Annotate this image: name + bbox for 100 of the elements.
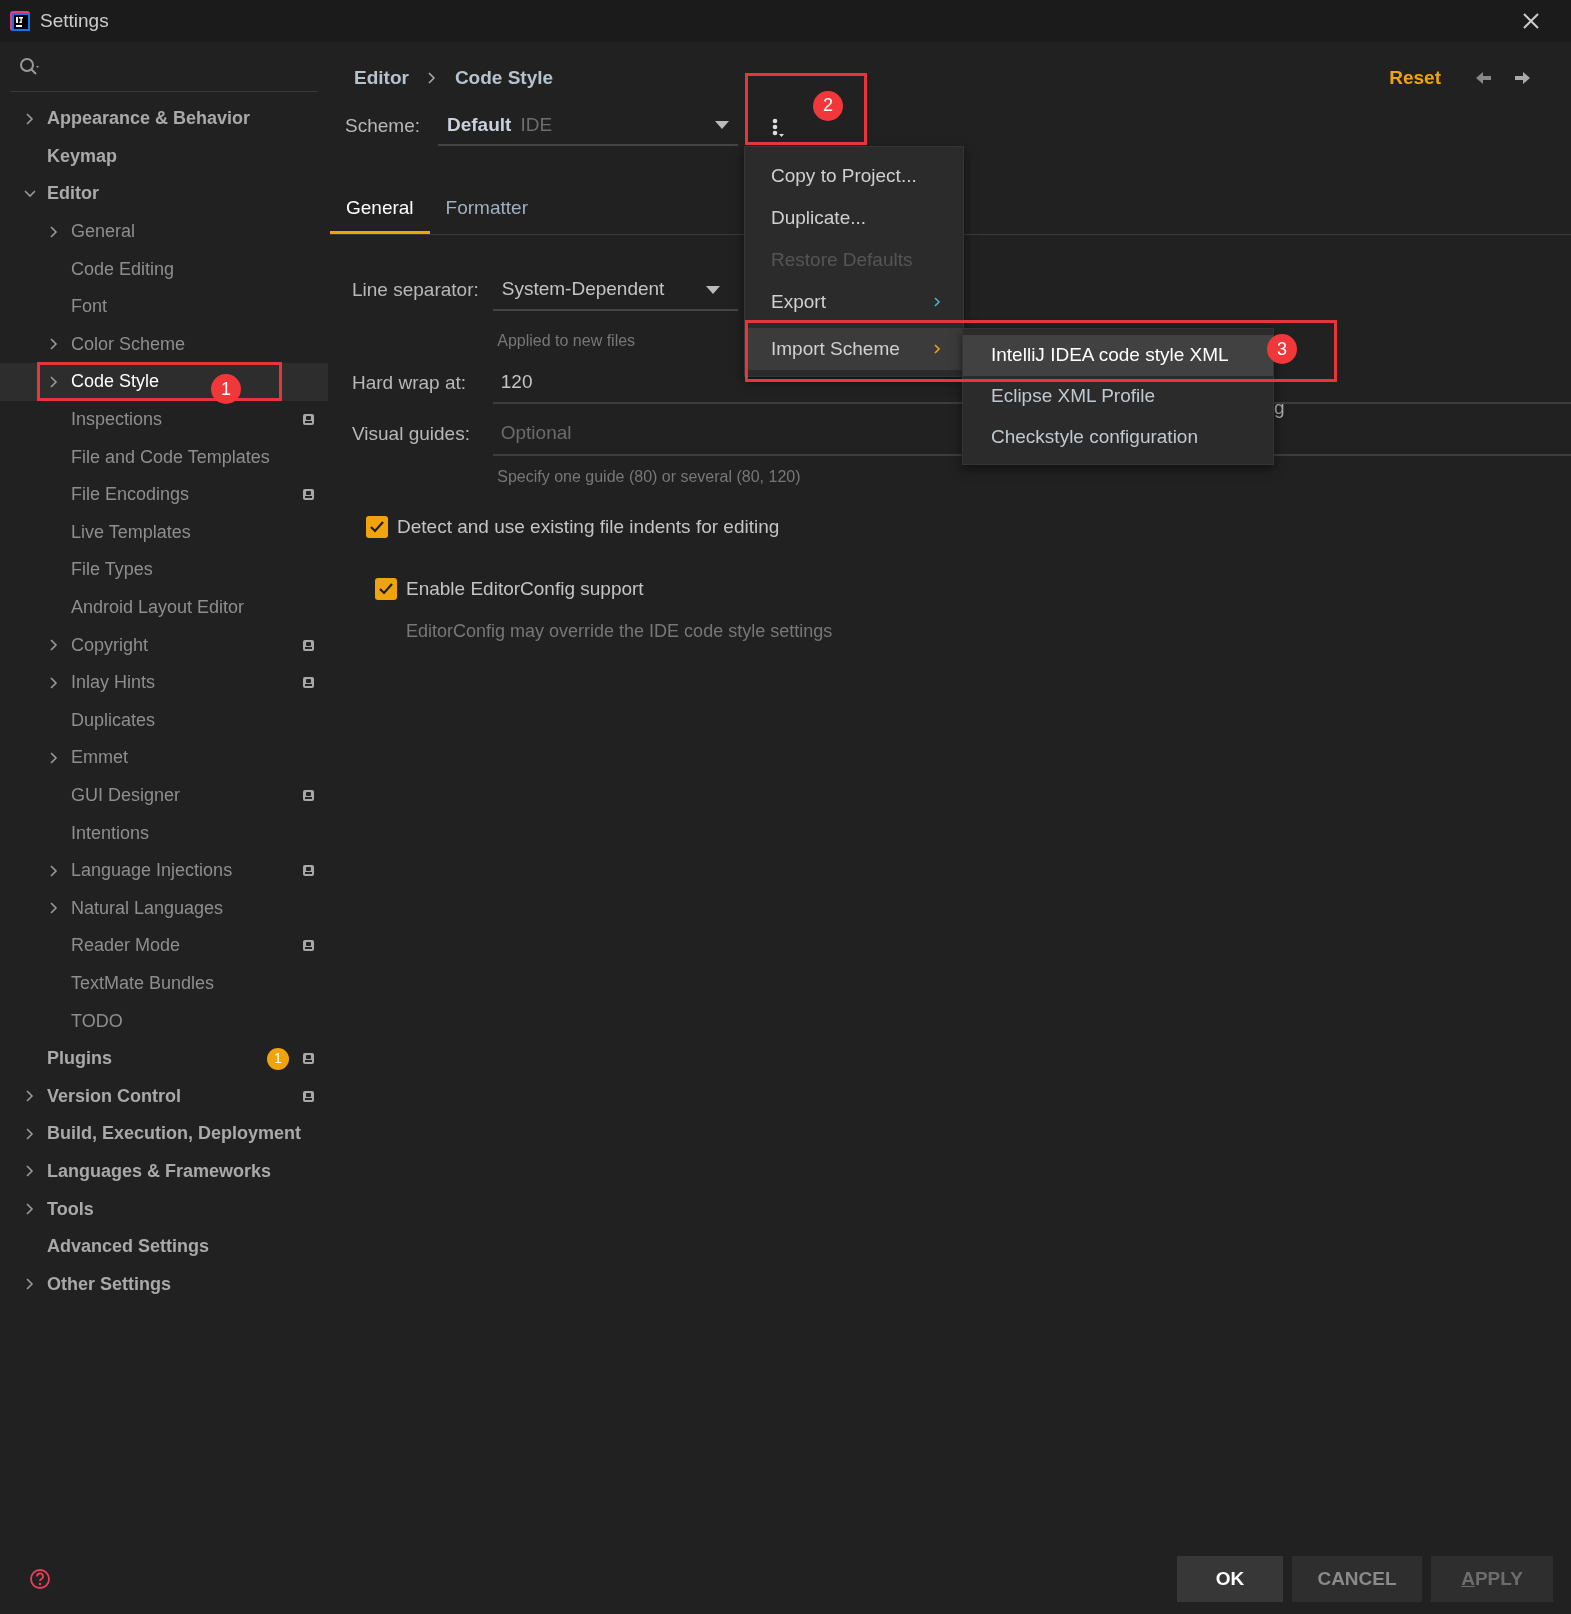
item-label: Android Layout Editor bbox=[71, 596, 245, 619]
sidebar-item[interactable]: Other Settings bbox=[0, 1265, 328, 1303]
breadcrumb-item[interactable]: Editor bbox=[354, 63, 409, 93]
item-label: Code Style bbox=[71, 370, 160, 394]
item-label: Languages & Frameworks bbox=[47, 1159, 272, 1183]
field-label: Hard wrap at: bbox=[352, 370, 468, 395]
item-label: Reader Mode bbox=[71, 934, 181, 958]
item-label: Font bbox=[71, 295, 108, 319]
sidebar-item[interactable]: Intentions bbox=[0, 814, 328, 852]
item-label: Appearance & Behavior bbox=[47, 107, 251, 131]
menu-item[interactable]: Export bbox=[745, 281, 963, 323]
item-label: Duplicates bbox=[71, 708, 156, 732]
sidebar-item[interactable]: General bbox=[0, 212, 328, 251]
hint-text: Applied to new files bbox=[497, 330, 636, 351]
sidebar-item[interactable]: GUI Designer bbox=[0, 776, 328, 815]
item-label: Color Scheme bbox=[71, 332, 186, 356]
sidebar-item[interactable]: Emmet bbox=[0, 739, 328, 777]
sidebar-item[interactable]: Inlay Hints bbox=[0, 663, 328, 702]
sidebar-item[interactable]: File Types bbox=[0, 551, 328, 589]
sidebar-item[interactable]: Plugins 1 bbox=[0, 1039, 328, 1078]
sidebar-item[interactable]: File and Code Templates bbox=[0, 438, 328, 476]
sidebar-item[interactable]: Duplicates bbox=[0, 701, 328, 740]
sidebar-item[interactable]: Android Layout Editor bbox=[0, 588, 328, 627]
menu-item[interactable]: Duplicate... bbox=[745, 197, 963, 239]
sidebar-item[interactable]: Advanced Settings bbox=[0, 1227, 328, 1266]
item-label: Version Control bbox=[47, 1084, 181, 1108]
ok-button[interactable]: OK bbox=[1177, 1556, 1283, 1602]
tab[interactable]: General bbox=[330, 186, 430, 234]
menu-item[interactable]: IntelliJ IDEA code style XML bbox=[963, 335, 1273, 376]
breadcrumb-item: Code Style bbox=[454, 65, 554, 90]
sidebar-item[interactable]: Build, Execution, Deployment bbox=[0, 1115, 328, 1153]
checkbox-label: Enable EditorConfig support bbox=[406, 577, 644, 601]
reset-link[interactable]: Reset bbox=[1389, 63, 1441, 93]
field-label: Line separator: bbox=[352, 278, 479, 303]
sidebar-item[interactable]: Version Control bbox=[0, 1077, 328, 1116]
dropdown-caret-icon bbox=[705, 285, 720, 294]
help-text: EditorConfig may override the IDE code style settings bbox=[405, 619, 834, 643]
sidebar-item[interactable]: Editor bbox=[0, 175, 328, 213]
notification-badge: 1 bbox=[267, 1047, 289, 1070]
hint-text: Specify one guide (80) or several (80, 120) bbox=[497, 466, 801, 487]
dropdown-caret-icon bbox=[715, 121, 729, 129]
item-label: File Encodings bbox=[71, 483, 190, 507]
sidebar-item[interactable]: Live Templates bbox=[0, 513, 328, 552]
window-title: Settings bbox=[40, 8, 109, 33]
item-label: Advanced Settings bbox=[47, 1235, 210, 1259]
sidebar-item[interactable]: Copyright bbox=[0, 626, 328, 664]
close-icon[interactable] bbox=[1522, 12, 1540, 30]
sidebar-item[interactable]: Reader Mode bbox=[0, 927, 328, 965]
menu-item[interactable]: Copy to Project... bbox=[745, 155, 963, 197]
item-label: Build, Execution, Deployment bbox=[47, 1122, 302, 1146]
item-label: Copyright bbox=[71, 633, 149, 657]
item-label: Code Editing bbox=[71, 257, 175, 281]
item-label: TextMate Bundles bbox=[71, 971, 215, 995]
sidebar-item[interactable]: TextMate Bundles bbox=[0, 964, 328, 1003]
checkbox-label: Detect and use existing file indents for editing bbox=[397, 514, 780, 539]
item-label: Inlay Hints bbox=[71, 671, 156, 695]
item-label: Natural Languages bbox=[71, 896, 224, 920]
tab[interactable]: Formatter bbox=[429, 186, 544, 234]
annotation-number: 3 bbox=[1267, 334, 1297, 364]
sidebar-item[interactable]: Font bbox=[0, 287, 328, 326]
sidebar-item[interactable]: Tools bbox=[0, 1190, 328, 1228]
scheme-dropdown[interactable]: Default IDE bbox=[438, 106, 738, 146]
forward-arrow-icon[interactable] bbox=[1514, 70, 1531, 86]
sidebar-item[interactable]: Languages & Frameworks bbox=[0, 1152, 328, 1191]
sidebar-item[interactable]: Keymap bbox=[0, 137, 328, 176]
search-icon[interactable] bbox=[19, 57, 40, 76]
item-label: File and Code Templates bbox=[71, 445, 270, 469]
sidebar-item[interactable]: File Encodings bbox=[0, 475, 328, 514]
item-label: TODO bbox=[71, 1009, 123, 1033]
item-label: Keymap bbox=[47, 144, 118, 168]
checkbox[interactable] bbox=[366, 515, 388, 538]
sidebar-item[interactable]: Language Injections bbox=[0, 851, 328, 890]
breadcrumb-separator-icon bbox=[426, 71, 437, 85]
scheme-label: Scheme: bbox=[345, 113, 420, 138]
item-label: Emmet bbox=[71, 746, 128, 770]
item-label: General bbox=[71, 220, 136, 244]
app-logo-icon bbox=[9, 10, 31, 32]
item-label: Intentions bbox=[71, 821, 150, 845]
item-label: Editor bbox=[47, 182, 99, 206]
item-label: Live Templates bbox=[71, 520, 191, 544]
sidebar-item[interactable]: Natural Languages bbox=[0, 889, 328, 928]
item-label: Other Settings bbox=[47, 1272, 171, 1296]
sidebar-item[interactable]: Appearance & Behavior bbox=[0, 100, 328, 138]
item-label: File Types bbox=[71, 558, 153, 582]
line-separator-dropdown[interactable]: System-Dependent bbox=[492, 270, 738, 311]
item-label: Inspections bbox=[71, 408, 163, 432]
item-label: GUI Designer bbox=[71, 784, 181, 807]
item-label: Plugins bbox=[47, 1047, 112, 1071]
menu-item[interactable]: Checkstyle configuration bbox=[963, 417, 1273, 458]
sidebar-item[interactable]: Color Scheme bbox=[0, 325, 328, 364]
sidebar-item[interactable]: Code Editing bbox=[0, 250, 328, 288]
checkbox[interactable] bbox=[375, 578, 397, 601]
menu-item[interactable]: Import Scheme bbox=[745, 328, 963, 370]
more-vertical-icon[interactable] bbox=[771, 116, 785, 137]
back-arrow-icon[interactable] bbox=[1475, 70, 1492, 86]
item-label: Tools bbox=[47, 1197, 94, 1221]
sidebar-item[interactable]: TODO bbox=[0, 1002, 328, 1040]
help-icon[interactable] bbox=[29, 1568, 51, 1590]
dialog-button[interactable]: CANCEL bbox=[1292, 1556, 1422, 1602]
item-label: Language Injections bbox=[71, 859, 233, 883]
